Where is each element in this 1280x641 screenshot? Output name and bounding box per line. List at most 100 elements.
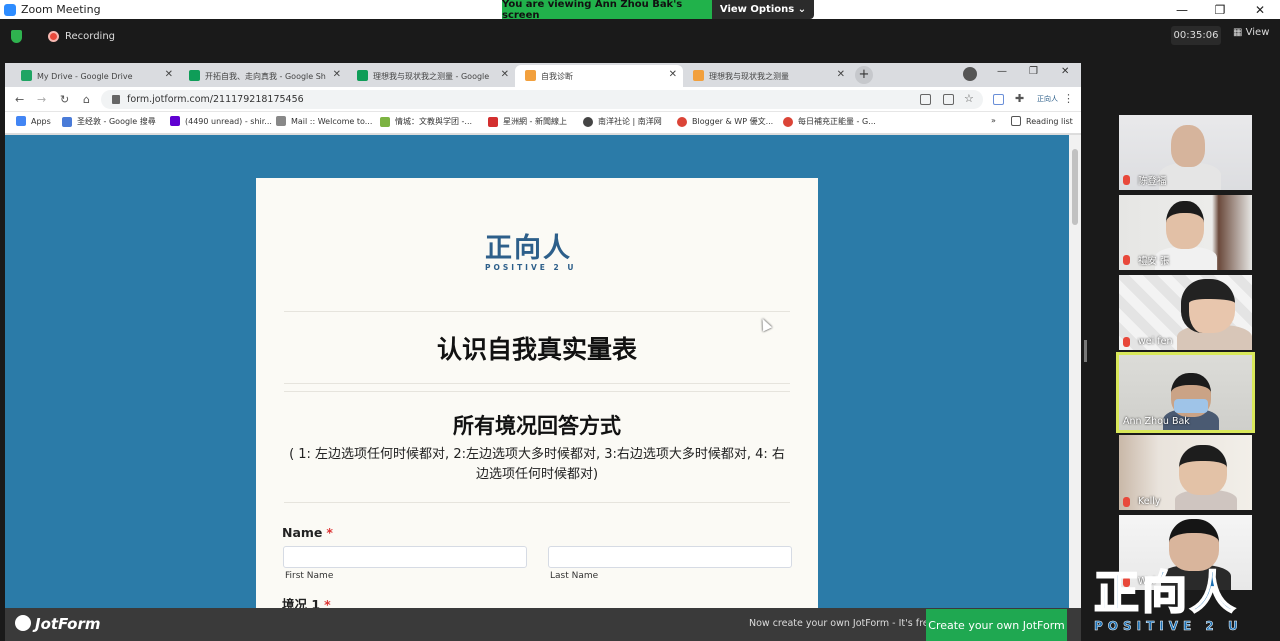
browser-tab[interactable]: 理想我与现状我之测量 - Google ✕ bbox=[347, 65, 515, 87]
participant-name-text: Ann Zhou Bak bbox=[1123, 416, 1190, 427]
tab-close-icon[interactable]: ✕ bbox=[501, 69, 509, 80]
bookmark-label: Apps bbox=[31, 116, 51, 126]
security-shield-icon[interactable] bbox=[11, 29, 22, 43]
bookmark-label: 每日補充正能量 - G... bbox=[798, 117, 876, 126]
forward-icon[interactable]: → bbox=[37, 93, 46, 106]
tab-close-icon[interactable]: ✕ bbox=[837, 69, 845, 80]
bookmark-item[interactable]: 每日補充正能量 - G... bbox=[783, 116, 876, 127]
browser-restore-icon[interactable]: ❐ bbox=[1029, 66, 1038, 77]
jotform-logo-text: JotForm bbox=[35, 615, 101, 633]
bookmark-item[interactable]: Mail :: Welcome to... bbox=[276, 116, 372, 126]
tab-close-icon[interactable]: ✕ bbox=[165, 69, 173, 80]
cast-icon[interactable] bbox=[920, 94, 931, 105]
home-icon[interactable]: ⌂ bbox=[83, 93, 90, 106]
qr-code-icon[interactable] bbox=[943, 94, 954, 105]
divider bbox=[284, 383, 790, 384]
view-button[interactable]: ▦ View bbox=[1233, 27, 1269, 38]
globe-icon bbox=[583, 116, 593, 127]
lock-icon bbox=[112, 95, 120, 104]
jotform-icon bbox=[525, 70, 536, 81]
muted-mic-icon bbox=[1123, 175, 1130, 185]
required-mark: * bbox=[326, 525, 333, 540]
back-icon[interactable]: ← bbox=[15, 93, 24, 106]
participant-name: wei fen bbox=[1123, 336, 1172, 347]
tab-close-icon[interactable]: ✕ bbox=[669, 69, 677, 80]
browser-tab[interactable]: 理想我与现状我之测量 ✕ bbox=[683, 65, 851, 87]
address-bar-row: ← → ↻ ⌂ form.jotform.com/211179218175456… bbox=[5, 87, 1081, 112]
reload-icon[interactable]: ↻ bbox=[60, 93, 69, 106]
browser-menu-icon[interactable]: ⋮ bbox=[1063, 92, 1074, 105]
pin-icon bbox=[488, 116, 498, 127]
jotform-logo[interactable]: JotForm bbox=[15, 615, 100, 633]
create-jotform-button[interactable]: Create your own JotForm bbox=[926, 609, 1067, 641]
reading-list-icon bbox=[1011, 116, 1021, 126]
grid-icon: ▦ bbox=[1233, 27, 1243, 38]
tab-title: 理想我与现状我之测量 - Google bbox=[373, 71, 490, 81]
bookmarks-overflow-icon[interactable]: » bbox=[991, 116, 996, 125]
bible-icon bbox=[62, 116, 72, 127]
participant-name-text: wei fen bbox=[1138, 336, 1173, 347]
first-name-input[interactable] bbox=[283, 546, 527, 568]
participant-name: 陈登福 bbox=[1123, 173, 1167, 187]
jotform-icon bbox=[693, 70, 704, 81]
meeting-toolbar: Recording bbox=[0, 19, 1280, 53]
page-scrollbar[interactable] bbox=[1069, 135, 1081, 641]
web-page: 正向人 POSITIVE 2 U 认识自我真实量表 所有境况回答方式 ( 1: … bbox=[5, 135, 1069, 641]
first-name-label: First Name bbox=[285, 571, 334, 581]
participant-tile[interactable]: 陈登福 bbox=[1119, 115, 1252, 190]
muted-mic-icon bbox=[1123, 255, 1130, 265]
browser-minimize-icon[interactable]: — bbox=[997, 66, 1007, 77]
extension-positive-icon[interactable]: 正向人 bbox=[1037, 94, 1058, 104]
tab-close-icon[interactable]: ✕ bbox=[333, 69, 341, 80]
participant-name-text: 禮安 張 bbox=[1138, 256, 1170, 267]
watermark-chinese: 正向人 bbox=[1093, 566, 1239, 620]
view-button-label: View bbox=[1245, 27, 1270, 38]
google-plus-icon bbox=[783, 116, 793, 127]
new-tab-button[interactable]: + bbox=[855, 66, 873, 84]
close-icon[interactable]: ✕ bbox=[1240, 0, 1280, 19]
viewing-banner-text: You are viewing Ann Zhou Bak's screen bbox=[502, 0, 712, 21]
bookmarks-bar: Apps 圣经敦 - Google 搜尋 (4490 unread) - shi… bbox=[5, 112, 1081, 134]
viewing-banner: You are viewing Ann Zhou Bak's screen Vi… bbox=[502, 0, 814, 21]
participant-tile[interactable]: wei fen bbox=[1119, 275, 1252, 350]
bookmark-item[interactable]: Blogger & WP 優文... bbox=[677, 116, 773, 127]
reading-list-button[interactable]: Reading list bbox=[1011, 116, 1073, 126]
browser-tab[interactable]: My Drive - Google Drive ✕ bbox=[11, 65, 179, 87]
extensions-puzzle-icon[interactable]: ✚ bbox=[1015, 92, 1024, 105]
bookmark-label: 圣经敦 - Google 搜尋 bbox=[77, 117, 156, 126]
bookmark-item[interactable]: (4490 unread) - shir... bbox=[170, 116, 272, 126]
divider bbox=[284, 502, 790, 503]
bookmark-item[interactable]: 圣经敦 - Google 搜尋 bbox=[62, 116, 156, 127]
bookmark-item[interactable]: Apps bbox=[16, 116, 51, 126]
browser-tab-active[interactable]: 自我诊断 ✕ bbox=[515, 65, 683, 87]
participant-name-text: 陈登福 bbox=[1138, 176, 1167, 187]
minimize-icon[interactable]: — bbox=[1162, 0, 1202, 19]
extension-translate-icon[interactable] bbox=[993, 94, 1004, 105]
browser-close-icon[interactable]: ✕ bbox=[1061, 66, 1069, 77]
participant-tile-active-speaker[interactable]: Ann Zhou Bak bbox=[1116, 352, 1255, 433]
url-field[interactable]: form.jotform.com/211179218175456 bbox=[101, 90, 983, 109]
last-name-label: Last Name bbox=[550, 571, 599, 581]
bookmark-item[interactable]: 星洲網 - 新聞線上 bbox=[488, 116, 567, 127]
browser-tab[interactable]: 开拓自我、走向真我 - Google Sh ✕ bbox=[179, 65, 347, 87]
bookmark-item[interactable]: 南洋社论 | 南洋网 bbox=[583, 116, 662, 127]
last-name-input[interactable] bbox=[548, 546, 792, 568]
meeting-timer: 00:35:06 bbox=[1171, 26, 1221, 45]
google-sheets-icon bbox=[189, 70, 200, 81]
form-description: ( 1: 左边选项任何时候都对, 2:左边选项大多时候都对, 3:右边选项大多时… bbox=[289, 447, 785, 482]
gallery-resize-handle[interactable] bbox=[1084, 340, 1087, 362]
scrollbar-thumb[interactable] bbox=[1072, 149, 1078, 225]
participant-tile[interactable]: Kelly bbox=[1119, 435, 1252, 510]
view-options-button[interactable]: View Options ⌄ bbox=[712, 0, 814, 19]
profile-icon[interactable] bbox=[963, 67, 977, 81]
bookmark-item[interactable]: 情城：文教與学团 -... bbox=[380, 116, 472, 127]
recording-icon bbox=[48, 30, 59, 42]
google-drive-icon bbox=[21, 70, 32, 81]
app-title: Zoom Meeting bbox=[21, 3, 101, 16]
bookmark-star-icon[interactable]: ☆ bbox=[964, 92, 974, 105]
watermark-english: POSITIVE 2 U bbox=[1094, 619, 1243, 634]
restore-icon[interactable]: ❐ bbox=[1200, 0, 1240, 19]
muted-mic-icon bbox=[1123, 336, 1130, 347]
participant-tile[interactable]: 禮安 張 bbox=[1119, 195, 1252, 270]
apps-grid-icon bbox=[16, 116, 26, 126]
